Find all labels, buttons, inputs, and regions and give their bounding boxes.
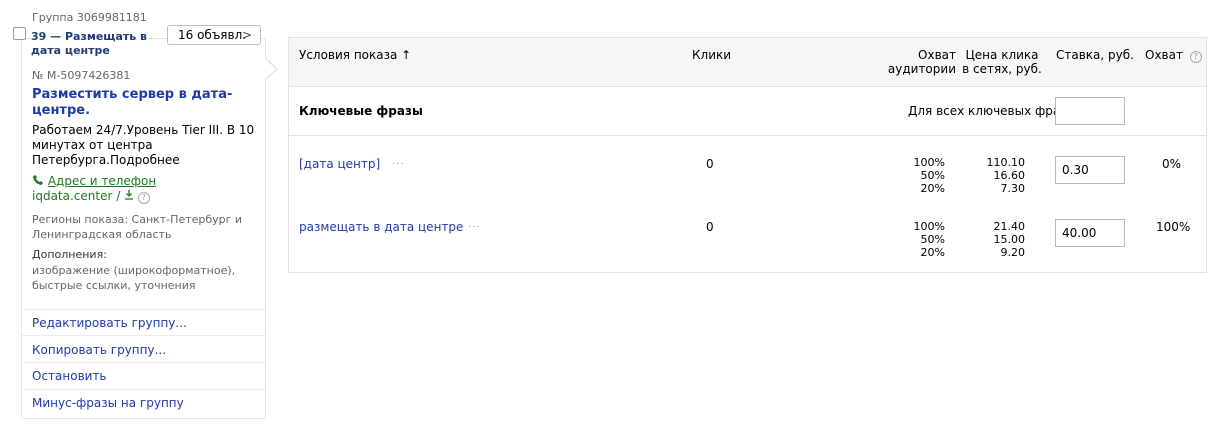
keyword-phrase[interactable]: размещать в дата центре xyxy=(299,220,463,234)
chevron-right-icon: > xyxy=(241,28,252,42)
card-pointer xyxy=(265,58,278,80)
divider xyxy=(22,362,265,363)
divider xyxy=(22,335,265,336)
clicks-value: 0 xyxy=(706,157,714,171)
group-checkbox[interactable] xyxy=(13,27,26,40)
ad-text: Работаем 24/7.Уровень Tier III. В 10 мин… xyxy=(32,123,255,167)
price-value: 110.10 xyxy=(986,156,1026,169)
divider xyxy=(22,309,265,310)
all-keywords-bid-input[interactable] xyxy=(1055,97,1125,125)
ad-number: № M-5097426381 xyxy=(32,69,131,82)
reach-value: 100% xyxy=(913,156,945,169)
header-conditions[interactable]: Условия показа ↑ xyxy=(299,48,411,62)
more-options-icon[interactable]: ··· xyxy=(392,159,405,170)
reach-value: 20% xyxy=(920,246,945,259)
coverage-value: 0% xyxy=(1162,157,1182,171)
ads-count-button[interactable]: 16 объявл. > xyxy=(167,25,261,45)
coverage-value: 100% xyxy=(1156,220,1191,234)
table-header xyxy=(289,38,1206,87)
price-value: 9.20 xyxy=(1000,246,1026,259)
vcard-icon xyxy=(124,189,138,203)
stop-link[interactable]: Остановить xyxy=(32,369,107,383)
bid-input[interactable] xyxy=(1055,156,1125,184)
help-icon[interactable]: ? xyxy=(1189,51,1202,63)
reach-value: 20% xyxy=(920,182,945,195)
keyword-phrase[interactable]: [дата центр] xyxy=(299,157,380,171)
reach-values: 100% 50% 20% xyxy=(895,156,945,195)
reach-value: 50% xyxy=(920,233,945,246)
divider xyxy=(22,389,265,390)
price-value: 16.60 xyxy=(993,169,1026,182)
price-value: 15.00 xyxy=(993,233,1026,246)
edit-group-link[interactable]: Редактировать группу... xyxy=(32,316,187,330)
address-phone-label: Адрес и телефон xyxy=(47,174,157,188)
domain-text: iqdata.center / xyxy=(32,189,121,203)
reach-value: 50% xyxy=(920,169,945,182)
phone-icon xyxy=(32,174,48,188)
all-keywords-label: Для всех ключевых фраз: xyxy=(908,104,1071,118)
keywords-section-title: Ключевые фразы xyxy=(299,104,423,118)
header-price: Цена клика в сетях, руб. xyxy=(962,48,1042,76)
reach-values: 100% 50% 20% xyxy=(895,220,945,259)
address-phone-link[interactable]: Адрес и телефон xyxy=(32,174,156,188)
clicks-value: 0 xyxy=(706,220,714,234)
price-values: 21.40 15.00 9.20 xyxy=(975,220,1026,259)
copy-group-link[interactable]: Копировать группу... xyxy=(32,343,166,357)
price-values: 110.10 16.60 7.30 xyxy=(975,156,1026,195)
more-options-icon[interactable]: ··· xyxy=(468,222,481,233)
ad-domain[interactable]: iqdata.center / ? xyxy=(32,189,150,204)
header-clicks: Клики xyxy=(692,48,732,62)
header-bid: Ставка, руб. xyxy=(1056,48,1134,62)
reach-value: 100% xyxy=(913,220,945,233)
price-value: 21.40 xyxy=(993,220,1026,233)
header-reach: Охват аудитории xyxy=(887,48,956,76)
row-divider xyxy=(289,135,1206,136)
help-icon[interactable]: ? xyxy=(137,192,150,204)
price-value: 7.30 xyxy=(1000,182,1026,195)
regions-text: Регионы показа: Санкт-Петербург и Ленинг… xyxy=(32,213,243,241)
group-number-title[interactable]: 39 — Размещать в дата центре xyxy=(31,30,149,58)
bid-input[interactable] xyxy=(1055,219,1125,247)
ad-title[interactable]: Разместить сервер в дата-центре. xyxy=(32,87,247,119)
group-label: Группа 3069981181 xyxy=(32,11,147,24)
extras-label: Дополнения: xyxy=(32,248,107,261)
minus-phrases-link[interactable]: Минус-фразы на группу xyxy=(32,396,184,410)
extras-text: изображение (широкоформатное), быстрые с… xyxy=(32,264,236,292)
header-coverage: Охват ? xyxy=(1145,48,1202,63)
header-coverage-label: Охват xyxy=(1145,48,1183,62)
ads-count-label: 16 объявл. xyxy=(178,28,247,42)
